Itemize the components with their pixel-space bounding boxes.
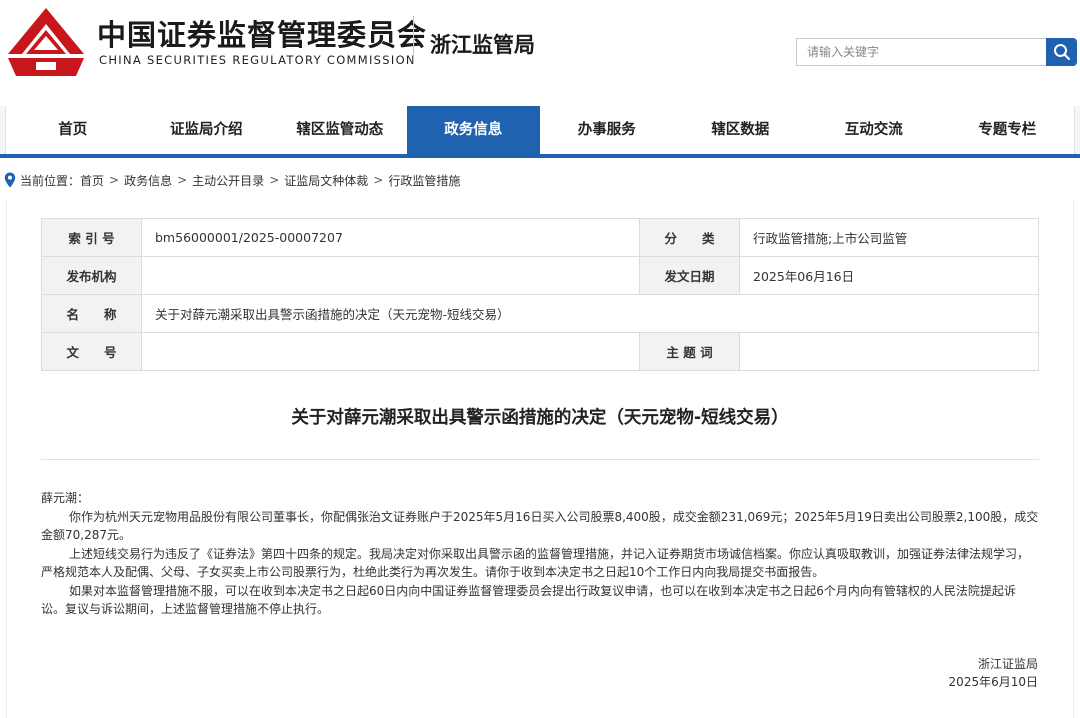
breadcrumb-separator: > [269,173,280,187]
breadcrumb-separator: > [177,173,188,187]
breadcrumb: 当前位置： 首页 > 政务信息 > 主动公开目录 > 证监局文种体裁 > 行政监… [4,170,460,190]
issue-date-value: 2025年06月16日 [739,256,1039,295]
brand-divider [413,16,414,64]
location-pin-icon [4,172,16,188]
subject-label: 主 题 词 [639,332,740,371]
csrc-logo [8,8,84,76]
body-paragraph: 如果对本监督管理措施不服，可以在收到本决定书之日起60日内向中国证券监督管理委员… [41,583,1016,617]
nav-regional-news[interactable]: 辖区监管动态 [273,106,407,154]
name-label: 名 称 [41,294,142,333]
org-name-cn: 中国证券监督管理委员会 [97,18,428,52]
doc-number-value [141,332,640,371]
breadcrumb-home[interactable]: 首页 [80,172,104,189]
search-button[interactable] [1046,38,1077,66]
table-row: 索 引 号 bm56000001/2025-00007207 分 类 行政监管措… [41,218,1039,257]
nav-home[interactable]: 首页 [6,106,140,154]
nav-government-info[interactable]: 政务信息 [406,106,540,154]
doc-number-label: 文 号 [41,332,142,371]
table-row: 文 号 主 题 词 [41,332,1039,371]
bureau-name: 浙江监管局 [430,33,535,57]
search-icon [1053,44,1070,61]
breadcrumb-admin-measures[interactable]: 行政监管措施 [388,172,460,189]
table-row: 发布机构 发文日期 2025年06月16日 [41,256,1039,295]
breadcrumb-public-catalog[interactable]: 主动公开目录 [192,172,264,189]
salutation: 薛元潮： [41,491,90,505]
nav-interaction[interactable]: 互动交流 [807,106,941,154]
breadcrumb-separator: > [373,173,384,187]
org-name-en: CHINA SECURITIES REGULATORY COMMISSION [99,53,416,67]
search-input[interactable] [796,38,1047,66]
site-header: 中国证券监督管理委员会 CHINA SECURITIES REGULATORY … [0,0,1080,100]
issuer-label: 发布机构 [41,256,142,295]
breadcrumb-label: 当前位置： [20,173,81,188]
nav-services[interactable]: 办事服务 [540,106,674,154]
issue-date-label: 发文日期 [639,256,740,295]
nav-special-topics[interactable]: 专题专栏 [941,106,1075,154]
table-row: 名 称 关于对薛元潮采取出具警示函措施的决定（天元宠物-短线交易） [41,294,1039,333]
name-value: 关于对薛元潮采取出具警示函措施的决定（天元宠物-短线交易） [141,294,1039,333]
breadcrumb-separator: > [109,173,120,187]
body-paragraph: 上述短线交易行为违反了《证券法》第四十四条的规定。我局决定对你采取出具警示函的监… [41,546,1030,580]
index-number-value: bm56000001/2025-00007207 [141,218,640,257]
signer: 浙江证监局 [977,657,1038,671]
document-body: 薛元潮： 你作为杭州天元宠物用品股份有限公司董事长，你配偶张治文证券账户于202… [41,489,1039,619]
category-label: 分 类 [639,218,740,257]
main-nav: 首页 证监局介绍 辖区监管动态 政务信息 办事服务 辖区数据 互动交流 专题专栏 [0,106,1080,158]
breadcrumb-government-info[interactable]: 政务信息 [124,172,172,189]
sign-date: 2025年6月10日 [948,675,1038,689]
title-divider [41,459,1039,460]
subject-value [739,332,1039,371]
index-number-label: 索 引 号 [41,218,142,257]
nav-about[interactable]: 证监局介绍 [140,106,274,154]
breadcrumb-document-types[interactable]: 证监局文种体裁 [284,172,368,189]
issuer-value [141,256,640,295]
nav-regional-data[interactable]: 辖区数据 [674,106,808,154]
document-meta-table: 索 引 号 bm56000001/2025-00007207 分 类 行政监管措… [41,218,1039,371]
signature-block: 浙江证监局 2025年6月10日 [949,655,1038,691]
body-paragraph: 你作为杭州天元宠物用品股份有限公司董事长，你配偶张治文证券账户于2025年5月1… [41,509,1039,543]
document-title: 关于对薛元潮采取出具警示函措施的决定（天元宠物-短线交易） [291,408,789,428]
category-value: 行政监管措施;上市公司监管 [739,218,1039,257]
